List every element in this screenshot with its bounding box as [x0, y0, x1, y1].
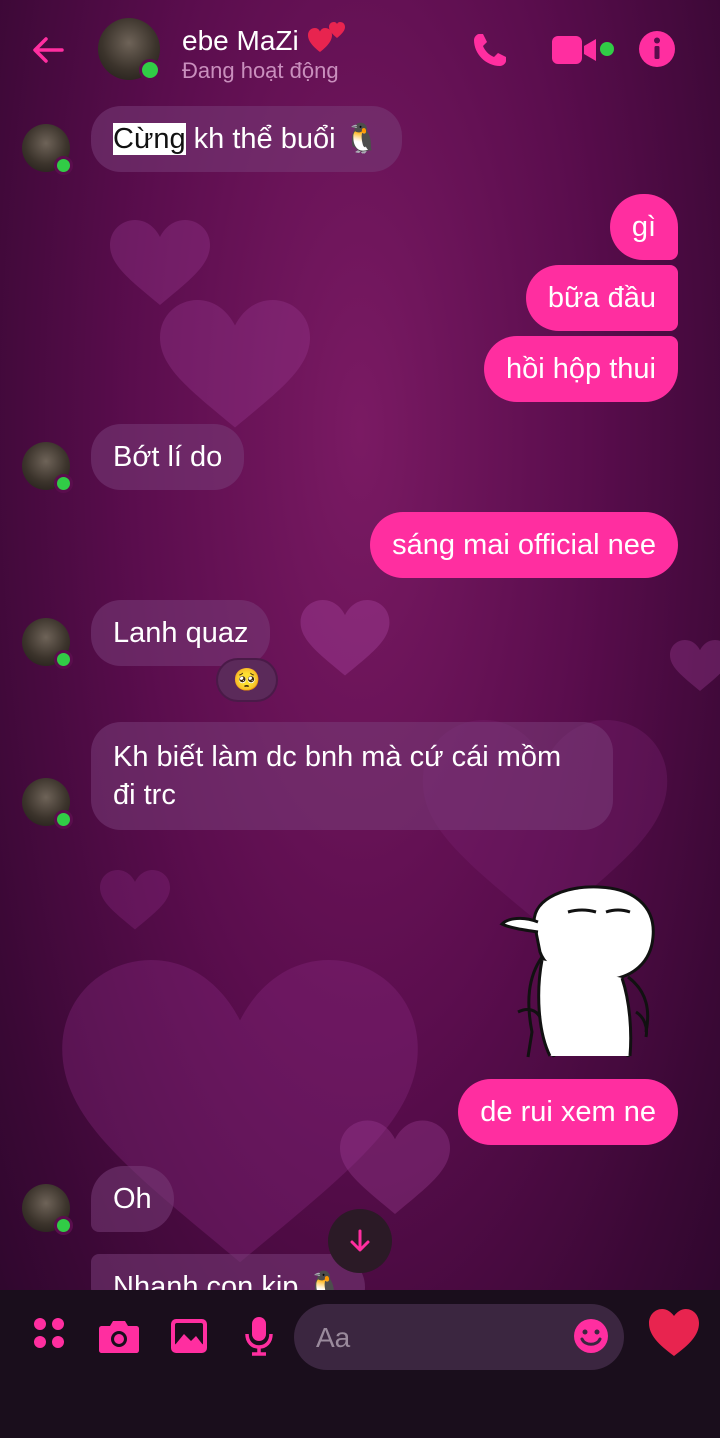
incoming-message[interactable]: Nhanh con kịp 🐧	[91, 1254, 365, 1290]
background-heart-decoration	[340, 1120, 450, 1214]
gallery-image-icon[interactable]	[170, 1318, 208, 1354]
incoming-message[interactable]: Kh biết làm dc bnh mà cứ cái mồm đi trc	[91, 722, 613, 830]
outgoing-message[interactable]: hồi hộp thui	[484, 336, 678, 402]
heart-send-icon[interactable]	[648, 1308, 700, 1358]
sender-avatar[interactable]	[22, 442, 73, 493]
back-arrow-icon[interactable]	[28, 30, 68, 70]
background-heart-decoration	[670, 640, 720, 691]
video-online-indicator	[600, 42, 614, 56]
sender-avatar[interactable]	[22, 124, 73, 175]
incoming-message[interactable]: Lanh quaz	[91, 600, 271, 666]
background-heart-decoration	[160, 300, 310, 428]
outgoing-message[interactable]: gì	[609, 194, 678, 260]
video-call-icon[interactable]	[552, 34, 598, 66]
info-icon[interactable]	[638, 30, 676, 68]
sender-avatar[interactable]	[22, 618, 73, 669]
phone-call-icon[interactable]	[470, 30, 510, 70]
active-status: Đang hoạt động	[182, 58, 339, 83]
background-heart-decoration	[100, 870, 170, 930]
incoming-message[interactable]: Bớt lí do	[91, 424, 245, 490]
incoming-message[interactable]: Cừng kh thể buổi 🐧	[91, 106, 402, 172]
outgoing-message[interactable]: de rui xem ne	[458, 1079, 678, 1145]
emoji-smiley-icon[interactable]	[572, 1317, 610, 1355]
message-input[interactable]: Aa	[294, 1304, 624, 1370]
shy-stick-figure-sticker[interactable]	[498, 882, 660, 1060]
outgoing-message[interactable]: bữa đầu	[525, 265, 678, 331]
camera-icon[interactable]	[98, 1318, 140, 1354]
arrow-down-icon	[350, 1229, 370, 1252]
contact-name[interactable]: ebe MaZi	[182, 18, 347, 58]
microphone-icon[interactable]	[244, 1316, 274, 1356]
background-heart-decoration	[300, 600, 390, 676]
selected-text[interactable]: Cừng	[113, 123, 186, 155]
scroll-to-bottom-button[interactable]	[328, 1209, 392, 1273]
outgoing-message[interactable]: sáng mai official nee	[370, 512, 678, 578]
incoming-message[interactable]: Oh	[91, 1166, 174, 1232]
apps-grid-icon[interactable]	[32, 1316, 66, 1350]
chat-header: ebe MaZi Đang hoạt động	[0, 0, 720, 100]
background-heart-decoration	[110, 220, 210, 305]
message-reaction[interactable]: 🥺	[218, 660, 276, 700]
contact-avatar[interactable]	[98, 18, 161, 81]
online-indicator	[139, 59, 161, 81]
two-hearts-icon	[307, 22, 345, 52]
input-placeholder: Aa	[316, 1322, 351, 1353]
sender-avatar[interactable]	[22, 1184, 73, 1235]
sender-avatar[interactable]	[22, 778, 73, 829]
